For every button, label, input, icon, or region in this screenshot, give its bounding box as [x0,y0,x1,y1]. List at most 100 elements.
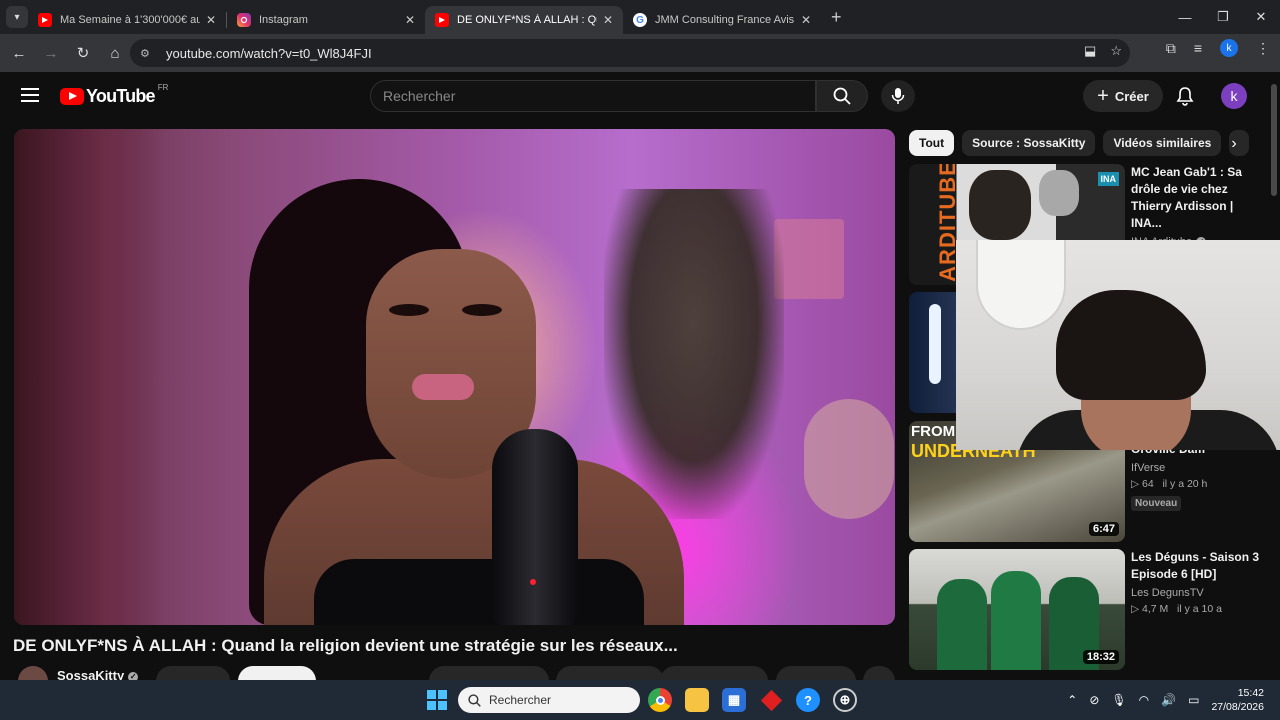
close-icon[interactable]: ✕ [603,13,613,27]
back-arrow-icon[interactable]: ← [4,38,34,68]
thumbnail-person [991,571,1041,670]
address-bar[interactable]: ⚙ youtube.com/watch?v=t0_Wl8J4FJI ⬓ ☆ [130,39,1130,67]
tab-title: Ma Semaine à 1'300'000€ au Gr [60,14,200,26]
youtube-logo[interactable]: YouTube FR [60,83,168,107]
recommendation-channel[interactable]: Les DegunsTV [1131,587,1266,599]
recommendation-info: Les Déguns - Saison 3 Episode 6 [HD] Les… [1131,549,1266,615]
search-button[interactable] [816,80,868,112]
site-info-icon[interactable]: ⚙ [140,47,156,60]
create-label: Créer [1114,88,1149,104]
clip-button[interactable] [776,666,856,680]
subscribe-button[interactable] [238,666,316,680]
extensions-icon[interactable]: ⧉ [1166,40,1176,57]
profile-avatar[interactable]: k [1220,39,1238,57]
recommendation-info: MC Jean Gab'1 : Sa drôle de vie chez Thi… [1131,164,1266,248]
create-button[interactable]: + Créer [1083,80,1163,112]
notifications-bell-icon[interactable] [1175,86,1195,106]
wifi-icon[interactable]: ◠ [1139,693,1149,707]
channel-avatar[interactable] [18,666,48,680]
video-frame-eye [462,304,502,316]
browser-tab-3-active[interactable]: DE ONLYF*NS À ALLAH : Quanc ✕ [425,6,623,34]
search-input[interactable]: Rechercher [370,80,816,112]
windows-start-icon[interactable] [427,690,447,710]
recommendation-channel[interactable]: IfVerse [1131,462,1266,474]
windows-taskbar: Rechercher ▦ ? ⊕ ⌃ ⊘ 🎙 ◠ 🔊 ▭ 15:42 27/08… [0,680,1280,720]
like-dislike-button[interactable] [429,666,549,680]
browser-tab-2[interactable]: Instagram ✕ [227,6,425,34]
recommendation-title[interactable]: Les Déguns - Saison 3 Episode 6 [HD] [1131,549,1266,583]
account-avatar[interactable]: k [1221,83,1247,109]
filter-chips: Tout Source : SossaKitty Vidéos similair… [909,130,1250,156]
video-frame-wall-picture [774,219,844,299]
youtube-play-logo-icon [60,88,84,105]
webcam-person-hair [1056,290,1206,400]
network-muted-icon[interactable]: ⊘ [1089,693,1099,707]
taskbar-search-input[interactable]: Rechercher [458,687,640,713]
forward-arrow-icon[interactable]: → [36,38,66,68]
chevron-up-icon[interactable]: ⌃ [1067,693,1077,707]
home-icon[interactable]: ⌂ [100,38,130,68]
channel-name[interactable]: SossaKitty ✓ [57,668,139,680]
microsoft-store-icon[interactable]: ▦ [722,688,746,712]
hamburger-menu-icon[interactable] [21,88,39,102]
close-window-icon[interactable]: ✕ [1242,0,1280,34]
battery-icon[interactable]: ▭ [1188,693,1199,707]
video-title: DE ONLYF*NS À ALLAH : Quand la religion … [13,636,678,655]
chevron-right-icon[interactable]: › [1222,132,1246,156]
microphone-icon [891,88,905,104]
video-frame-plant [604,189,784,519]
ina-badge: INA [1097,172,1119,186]
thumbnail-light [929,304,941,384]
browser-tab-4[interactable]: G JMM Consulting France Avis - R ✕ [623,6,821,34]
video-duration: 6:47 [1088,522,1119,536]
media-controls-icon[interactable]: ≡ [1194,40,1202,56]
chrome-icon[interactable] [648,688,672,712]
instagram-icon [237,13,251,27]
new-tab-button[interactable]: + [831,7,842,28]
bookmark-star-icon[interactable]: ☆ [1110,43,1122,59]
tab-search-button[interactable]: ▾ [6,6,28,28]
close-icon[interactable]: ✕ [405,13,415,27]
app-red-diamond-icon[interactable] [759,688,783,712]
thumbnail-face [969,170,1031,240]
speaker-icon[interactable]: 🔊 [1161,693,1176,707]
file-explorer-icon[interactable] [685,688,709,712]
verified-icon: ✓ [128,672,139,680]
video-duration: 18:32 [1082,650,1119,664]
restore-icon[interactable]: ❐ [1204,0,1242,34]
youtube-wordmark: YouTube [86,86,156,106]
app-settings-icon[interactable]: ⊕ [833,688,857,712]
system-tray: ⌃ ⊘ 🎙 ◠ 🔊 ▭ 15:42 27/08/2026 [1067,680,1264,720]
clock-time: 15:42 [1237,687,1264,699]
close-icon[interactable]: ✕ [206,13,216,27]
minimize-icon[interactable]: — [1166,0,1204,34]
thumbnail-person [937,579,987,670]
thumbnail-text: FROM [911,423,956,440]
close-icon[interactable]: ✕ [801,13,811,27]
thumbnail-face [1039,170,1079,216]
voice-search-button[interactable] [881,80,915,112]
microphone-tray-icon[interactable]: 🎙 [1111,693,1126,707]
download-button[interactable] [660,666,768,680]
window-controls: — ❐ ✕ [1166,0,1280,34]
search-icon [833,87,851,105]
help-icon[interactable]: ? [796,688,820,712]
share-button[interactable] [556,666,664,680]
chip-similar[interactable]: Vidéos similaires [1103,130,1222,156]
taskbar-search-placeholder: Rechercher [489,693,552,707]
chip-all[interactable]: Tout [909,130,955,156]
video-player[interactable] [14,129,895,625]
more-actions-button[interactable] [863,666,895,680]
install-app-icon[interactable]: ⬓ [1084,43,1096,59]
scrollbar-thumb[interactable] [1271,84,1277,196]
chip-source[interactable]: Source : SossaKitty [962,130,1096,156]
recommendation-item[interactable]: 18:32 Les Déguns - Saison 3 Episode 6 [H… [909,549,1269,670]
taskbar-clock[interactable]: 15:42 27/08/2026 [1211,686,1264,714]
recommendation-title[interactable]: MC Jean Gab'1 : Sa drôle de vie chez Thi… [1131,164,1266,232]
join-button[interactable] [156,666,230,680]
recommendation-thumbnail[interactable]: 18:32 [909,549,1125,670]
reload-icon[interactable]: ↻ [68,38,98,68]
browser-tab-1[interactable]: Ma Semaine à 1'300'000€ au Gr ✕ [28,6,226,34]
tab-title: Instagram [259,14,308,26]
browser-menu-icon[interactable]: ⋮ [1256,40,1270,57]
